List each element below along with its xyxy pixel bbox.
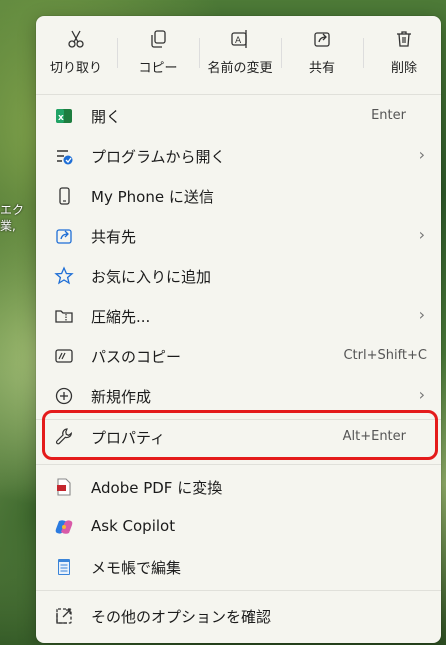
context-menu: 切り取り コピー A 名前の変更 共有 削除 x 開く Enter プログラムか… [36,16,441,643]
menu-item-label: Ask Copilot [91,517,176,535]
menu-item-notepad-edit[interactable]: メモ帳で編集 [36,547,441,587]
delete-button[interactable]: 削除 [364,24,444,86]
share-button[interactable]: 共有 [282,24,362,86]
more-options-icon [56,608,72,624]
menu-item-label: プログラムから開く [91,148,226,166]
open-app-icon: x [56,109,72,123]
menu-item-open-with[interactable]: プログラムから開く › [36,136,441,176]
new-icon [55,387,73,405]
menu-item-shortcut: Ctrl+Shift+C [343,348,427,363]
copilot-icon [55,520,73,534]
star-icon [54,266,74,285]
share-label: 共有 [308,61,335,76]
menu-item-label: パスのコピー [91,348,182,366]
menu-item-shortcut: Enter [371,108,406,123]
menu-item-label: お気に入りに追加 [91,268,212,286]
menu-divider [36,464,441,465]
chevron-right-icon: › [418,305,425,324]
zip-icon [55,310,73,323]
menu-item-label: メモ帳で編集 [91,559,182,577]
menu-item-label: 開く [91,108,122,126]
menu-item-add-favorite[interactable]: お気に入りに追加 [36,256,441,296]
menu-divider [36,94,441,95]
menu-item-share-to[interactable]: 共有先 › [36,216,441,256]
menu-item-send-to-phone[interactable]: My Phone に送信 [36,176,441,216]
menu-item-copy-path[interactable]: パスのコピー Ctrl+Shift+C [36,336,441,376]
rename-label: 名前の変更 [207,61,273,76]
menu-item-label: その他のオプションを確認 [91,608,272,626]
desktop-label-line1: エク [0,203,25,217]
path-copy-icon [55,349,73,363]
menu-item-label: 圧縮先... [91,308,151,326]
svg-text:A: A [235,36,242,46]
menu-divider [36,590,441,591]
share-icon [56,229,72,244]
scissors-icon [68,30,84,48]
rename-button[interactable]: A 名前の変更 [200,24,280,86]
trash-icon [397,31,411,47]
adobe-pdf-icon [57,478,71,496]
copy-button[interactable]: コピー [118,24,198,86]
cut-button[interactable]: 切り取り [36,24,116,86]
menu-item-label: My Phone に送信 [91,188,214,206]
open-with-icon [57,150,73,165]
delete-label: 削除 [390,61,417,76]
cut-label: 切り取り [49,61,102,76]
menu-item-compress[interactable]: 圧縮先... › [36,296,441,336]
highlight-box [42,410,438,460]
menu-item-label: Adobe PDF に変換 [91,479,223,497]
menu-item-label: 共有先 [91,228,137,246]
menu-item-adobe-pdf[interactable]: Adobe PDF に変換 [36,467,441,507]
notepad-icon [58,559,70,575]
chevron-right-icon: › [418,225,425,244]
svg-text:x: x [58,113,64,123]
phone-icon [59,187,70,205]
share-icon [314,32,330,47]
copy-icon [151,30,166,48]
desktop-label-line2: 業, [0,219,16,233]
context-toolbar: 切り取り コピー A 名前の変更 共有 削除 [36,16,441,94]
menu-item-ask-copilot[interactable]: Ask Copilot [36,507,441,547]
rename-icon: A [231,30,247,48]
chevron-right-icon: › [418,385,425,404]
chevron-right-icon: › [418,145,425,164]
menu-item-open[interactable]: x 開く Enter [36,96,441,136]
menu-item-more-options[interactable]: その他のオプションを確認 [36,596,441,636]
menu-item-label: 新規作成 [91,388,152,406]
desktop-label: エク 業, [0,202,24,234]
copy-label: コピー [138,61,178,76]
